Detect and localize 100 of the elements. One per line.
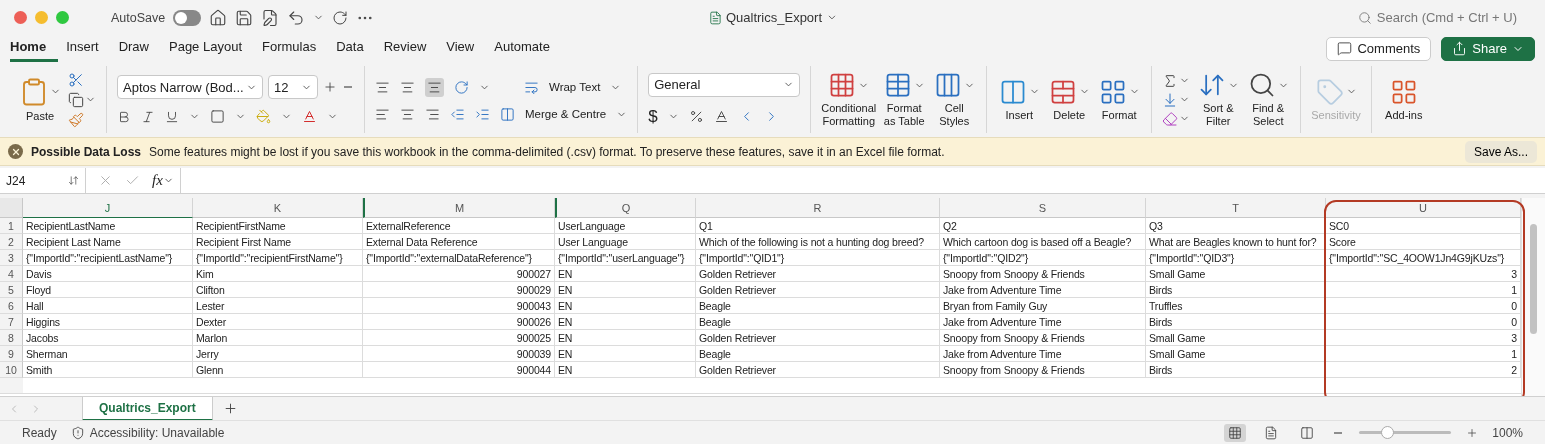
redo-icon[interactable] xyxy=(332,9,349,26)
ribbon-button[interactable]: Add-ins xyxy=(1381,77,1426,122)
table-cell: 900026 xyxy=(363,314,555,331)
wrap-text-button[interactable]: Wrap Text xyxy=(549,81,601,94)
number-format-dropdown[interactable]: General xyxy=(648,72,801,97)
paste-button[interactable]: Paste xyxy=(18,76,62,123)
ribbon-button[interactable]: Find & Select xyxy=(1246,71,1291,128)
undo-icon[interactable] xyxy=(287,8,306,27)
ribbon-tab[interactable]: Formulas xyxy=(262,35,329,63)
row-header[interactable]: 8 xyxy=(0,330,23,347)
scrollbar-thumb[interactable] xyxy=(1530,224,1537,335)
font-name-dropdown[interactable]: Aptos Narrow (Bod... xyxy=(117,75,263,100)
ribbon-tab[interactable]: Draw xyxy=(118,35,161,63)
table-cell: Snoopy from Snoopy & Friends xyxy=(940,266,1146,283)
ribbon-button[interactable]: Delete xyxy=(1047,77,1092,122)
align-center-icon[interactable] xyxy=(400,106,415,122)
row-header[interactable]: 4 xyxy=(0,266,23,283)
ribbon-button[interactable]: Format as Table xyxy=(882,71,927,128)
table-cell: EN xyxy=(555,266,696,283)
close-button[interactable] xyxy=(14,11,27,25)
table-cell: EN xyxy=(555,314,696,331)
column-header[interactable]: R xyxy=(696,198,940,219)
home-icon[interactable] xyxy=(209,8,228,27)
select-all-button[interactable] xyxy=(0,198,23,219)
share-icon xyxy=(1452,41,1468,57)
copy-icon[interactable] xyxy=(68,91,84,108)
scissors-icon[interactable] xyxy=(68,71,84,88)
autosave-toggle[interactable] xyxy=(173,9,202,26)
column-header[interactable]: M xyxy=(363,198,555,219)
ribbon-button[interactable]: Cell Styles xyxy=(932,71,977,128)
add-sheet-icon[interactable] xyxy=(222,401,238,417)
zoom-slider-thumb[interactable] xyxy=(1380,426,1394,440)
ribbon-tab[interactable]: Home xyxy=(10,35,59,63)
table-cell: {"ImportId":"QID2"} xyxy=(940,250,1146,267)
ribbon-tab[interactable]: Page Layout xyxy=(169,35,254,63)
percent-icon[interactable] xyxy=(688,109,704,125)
status-text: Ready xyxy=(22,425,57,440)
minimize-button[interactable] xyxy=(35,11,48,25)
column-header[interactable]: J xyxy=(23,198,193,219)
align-right-icon[interactable] xyxy=(425,106,440,122)
accessibility-status[interactable]: Accessibility: Unavailable xyxy=(89,425,225,440)
align-bottom-button[interactable] xyxy=(425,77,444,97)
fill-color-icon[interactable] xyxy=(256,109,271,125)
sheet-tab[interactable]: Qualtrics_Export xyxy=(82,396,213,421)
ribbon-tab[interactable]: View xyxy=(446,35,487,63)
eraser-icon[interactable] xyxy=(1162,110,1179,127)
ribbon-tab[interactable]: Insert xyxy=(66,35,111,63)
table-cell: Q3 xyxy=(1146,218,1326,235)
ribbon-tab[interactable]: Review xyxy=(383,35,439,63)
italic-icon[interactable] xyxy=(141,109,155,124)
currency-button[interactable]: $ xyxy=(648,106,658,127)
ribbon-tab[interactable]: Automate xyxy=(494,35,562,63)
ribbon-button[interactable]: Conditional Formatting xyxy=(821,71,877,128)
comments-button[interactable]: Comments xyxy=(1326,36,1432,61)
font-size-dropdown[interactable]: 12 xyxy=(268,75,318,100)
ribbon-button[interactable]: Format xyxy=(1097,77,1142,122)
ribbon-tab[interactable]: Data xyxy=(336,35,376,63)
function-icon[interactable]: fx xyxy=(152,172,163,190)
indent-icon[interactable] xyxy=(475,106,490,122)
align-left-icon[interactable] xyxy=(375,106,390,122)
row-header[interactable]: 5 xyxy=(0,282,23,299)
orientation-icon[interactable] xyxy=(454,79,469,95)
outdent-icon[interactable] xyxy=(450,106,465,122)
table-cell: {"ImportId":"recipientLastName"} xyxy=(23,250,193,267)
align-top-icon[interactable] xyxy=(375,79,390,95)
zoom-button[interactable] xyxy=(56,11,69,25)
column-header[interactable]: K xyxy=(193,198,363,219)
column-header[interactable]: T xyxy=(1146,198,1326,219)
accessibility-icon xyxy=(70,425,85,440)
edit-file-icon[interactable] xyxy=(261,8,280,27)
save-as-button[interactable]: Save As... xyxy=(1464,140,1537,163)
grow-font-icon[interactable] xyxy=(323,80,337,95)
merge-icon xyxy=(500,106,515,122)
column-header[interactable]: S xyxy=(940,198,1146,219)
font-color-icon[interactable] xyxy=(302,109,317,125)
search-field[interactable]: Search (Cmd + Ctrl + U) xyxy=(1357,10,1517,26)
underline-icon[interactable] xyxy=(165,109,179,124)
column-header[interactable]: Q xyxy=(555,198,696,219)
row-header[interactable]: 1 xyxy=(0,218,23,235)
row-header[interactable]: 3 xyxy=(0,250,23,267)
row-header[interactable]: 7 xyxy=(0,314,23,331)
save-icon[interactable] xyxy=(235,8,254,27)
normal-view-button[interactable] xyxy=(1224,423,1247,442)
brush-icon[interactable] xyxy=(68,111,84,128)
zoom-level[interactable]: 100% xyxy=(1492,425,1523,440)
borders-icon[interactable] xyxy=(210,109,225,125)
row-header[interactable]: 6 xyxy=(0,298,23,315)
ribbon-button[interactable]: Sort & Filter xyxy=(1196,71,1241,128)
bold-icon[interactable] xyxy=(117,109,131,124)
share-button[interactable]: Share xyxy=(1441,36,1535,61)
table-cell: Sherman xyxy=(23,346,193,363)
table-cell: UserLanguage xyxy=(555,218,696,235)
row-header[interactable]: 2 xyxy=(0,234,23,251)
row-header[interactable]: 9 xyxy=(0,346,23,363)
align-middle-icon[interactable] xyxy=(400,79,415,95)
ribbon-button[interactable]: Insert xyxy=(997,77,1042,122)
column-header[interactable]: U xyxy=(1326,198,1521,219)
merge-button[interactable]: Merge & Centre xyxy=(525,108,607,121)
row-header[interactable]: 10 xyxy=(0,362,23,379)
name-box[interactable]: J24 xyxy=(0,168,86,194)
